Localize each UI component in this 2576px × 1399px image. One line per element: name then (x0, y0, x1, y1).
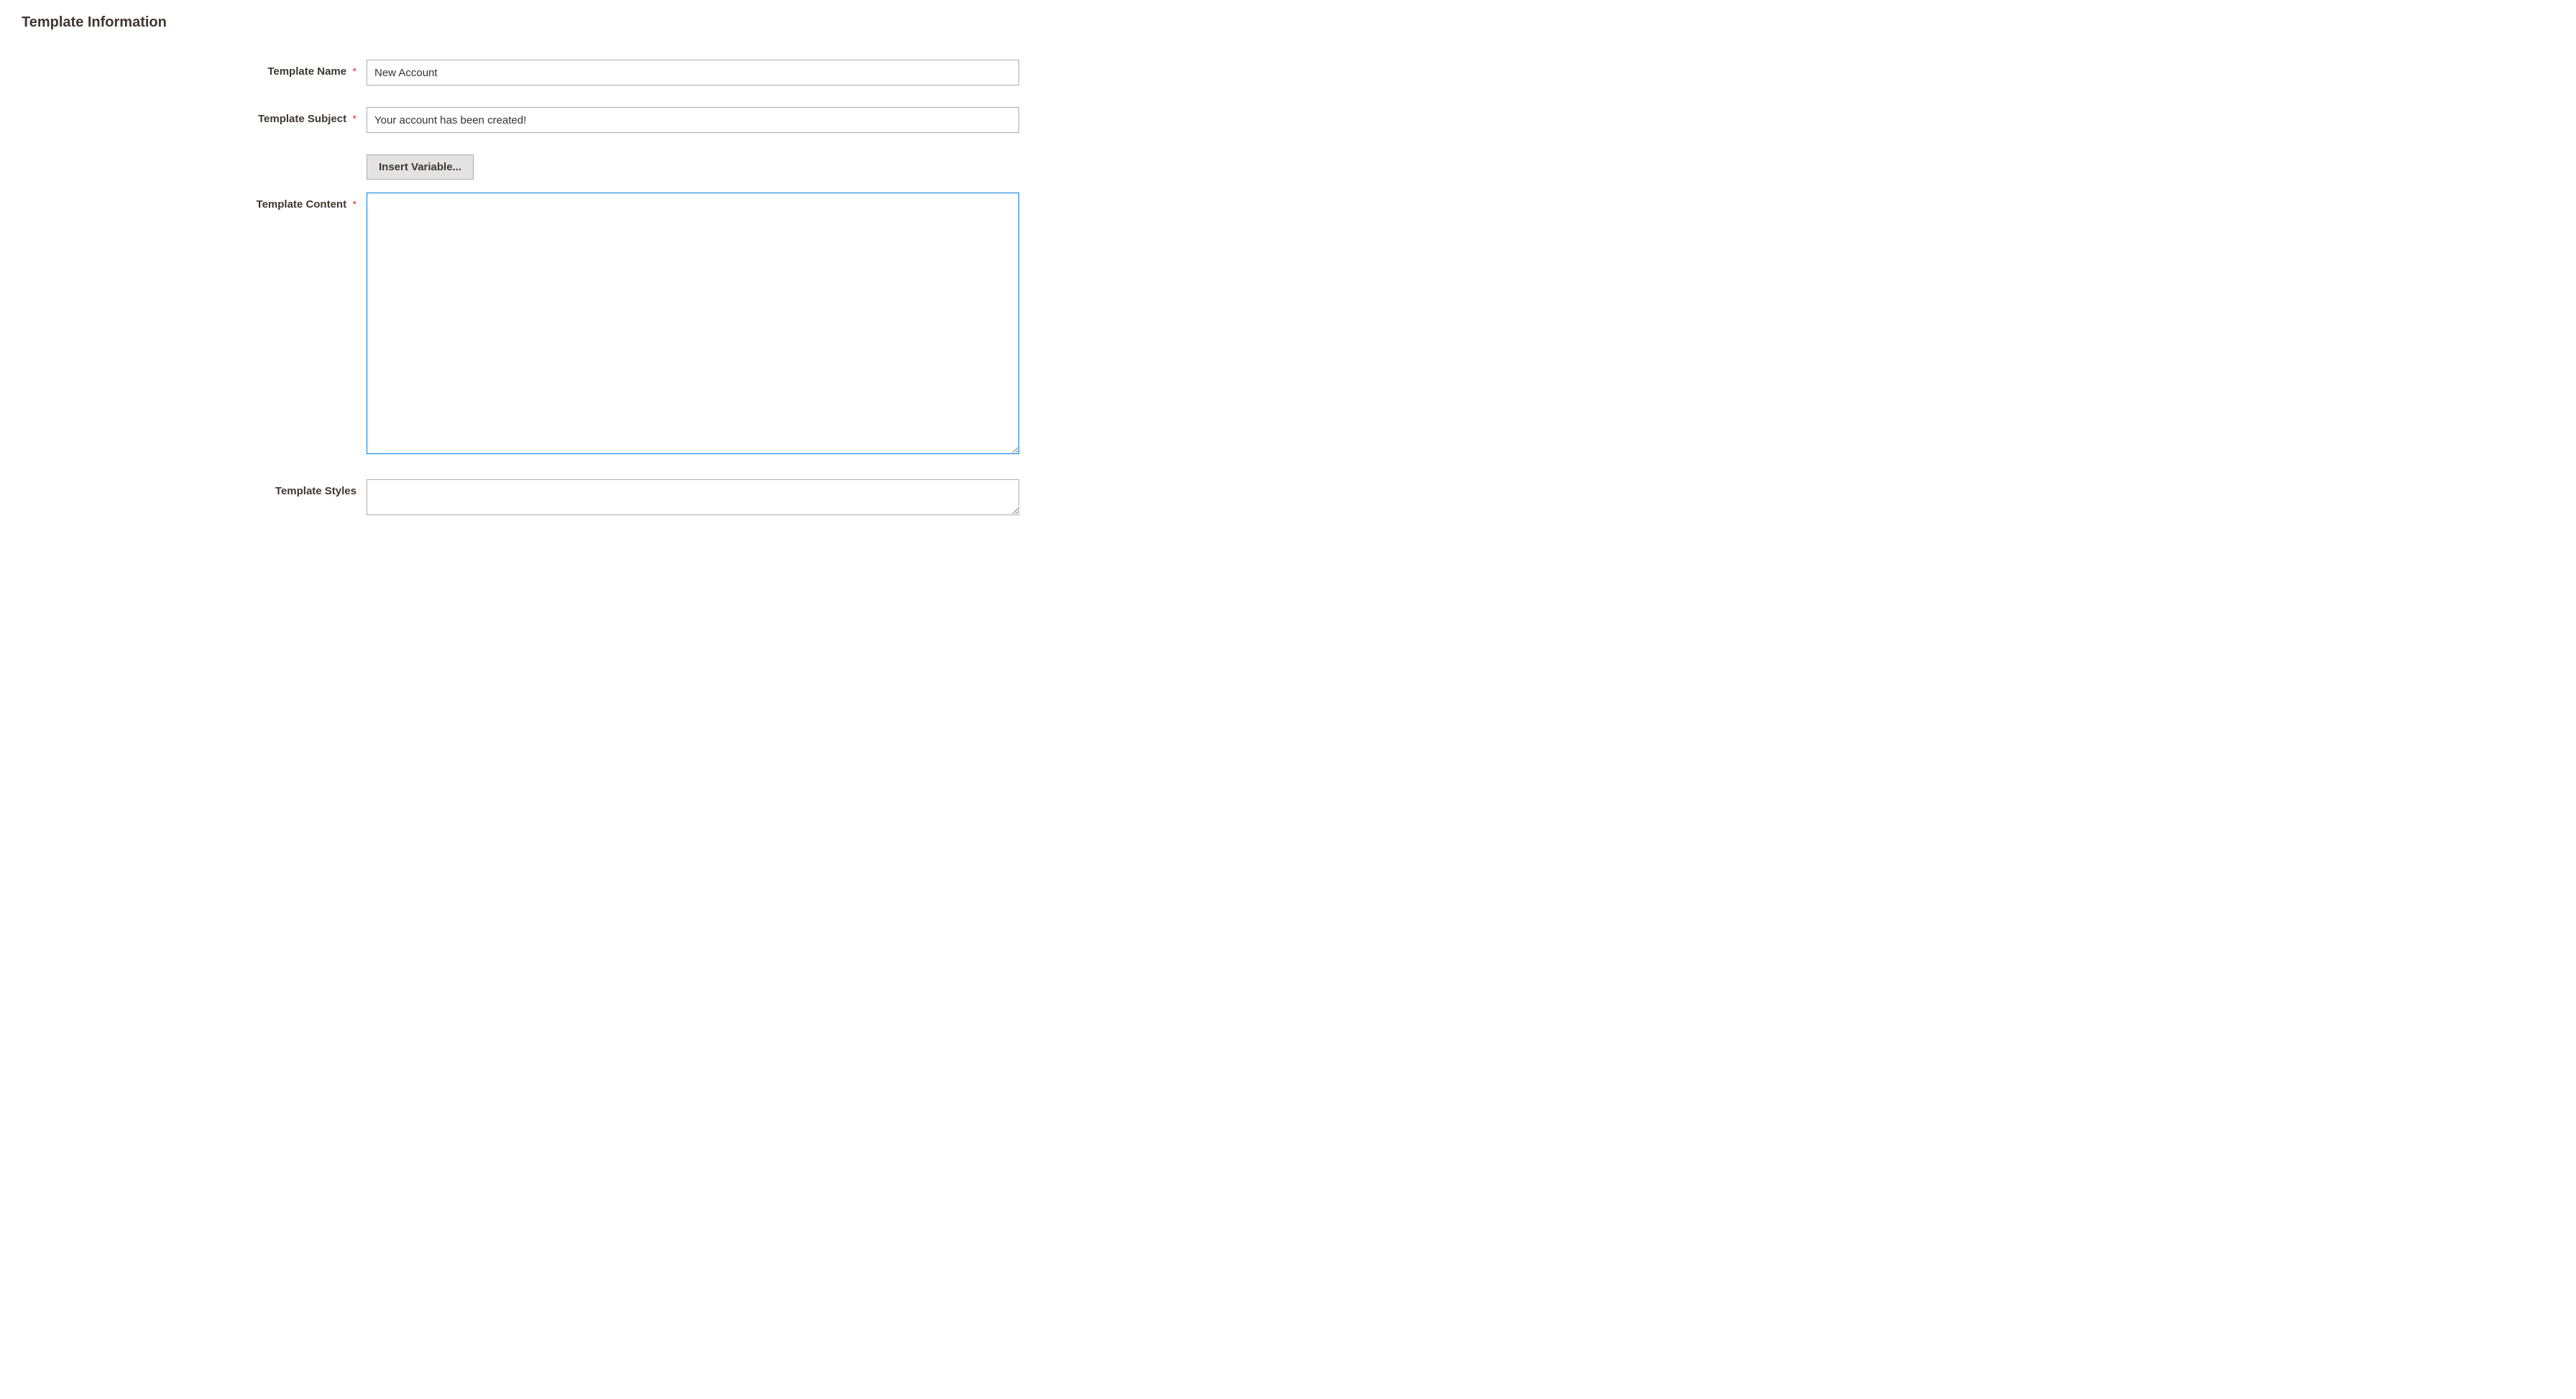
template-information-form: Template Information Template Name * Tem… (22, 14, 1042, 519)
template-styles-label-col: Template Styles (22, 479, 367, 498)
template-content-field-col (367, 193, 1019, 458)
insert-variable-field-col: Insert Variable... (367, 154, 1019, 180)
template-name-input[interactable] (367, 60, 1019, 86)
template-content-textarea[interactable] (367, 193, 1019, 454)
template-content-row: Template Content * (22, 193, 1042, 458)
template-subject-field-col (367, 107, 1019, 133)
template-styles-textarea[interactable] (367, 479, 1019, 515)
section-title: Template Information (22, 14, 1042, 31)
template-name-label-col: Template Name * (22, 60, 367, 78)
template-content-label-col: Template Content * (22, 193, 367, 211)
template-name-label: Template Name (267, 65, 346, 78)
insert-variable-row: Insert Variable... (22, 154, 1042, 180)
insert-variable-button[interactable]: Insert Variable... (367, 154, 474, 180)
template-name-field-col (367, 60, 1019, 86)
template-subject-label-col: Template Subject * (22, 107, 367, 126)
template-styles-row: Template Styles (22, 479, 1042, 519)
insert-variable-label-col (22, 154, 367, 160)
required-asterisk: * (353, 65, 356, 77)
template-styles-label: Template Styles (275, 485, 356, 497)
template-subject-label: Template Subject (258, 113, 346, 125)
template-name-row: Template Name * (22, 60, 1042, 86)
template-styles-field-col (367, 479, 1019, 519)
template-content-label: Template Content (257, 198, 347, 211)
template-subject-row: Template Subject * (22, 107, 1042, 133)
required-asterisk: * (353, 113, 356, 124)
required-asterisk: * (353, 198, 356, 210)
template-subject-input[interactable] (367, 107, 1019, 133)
